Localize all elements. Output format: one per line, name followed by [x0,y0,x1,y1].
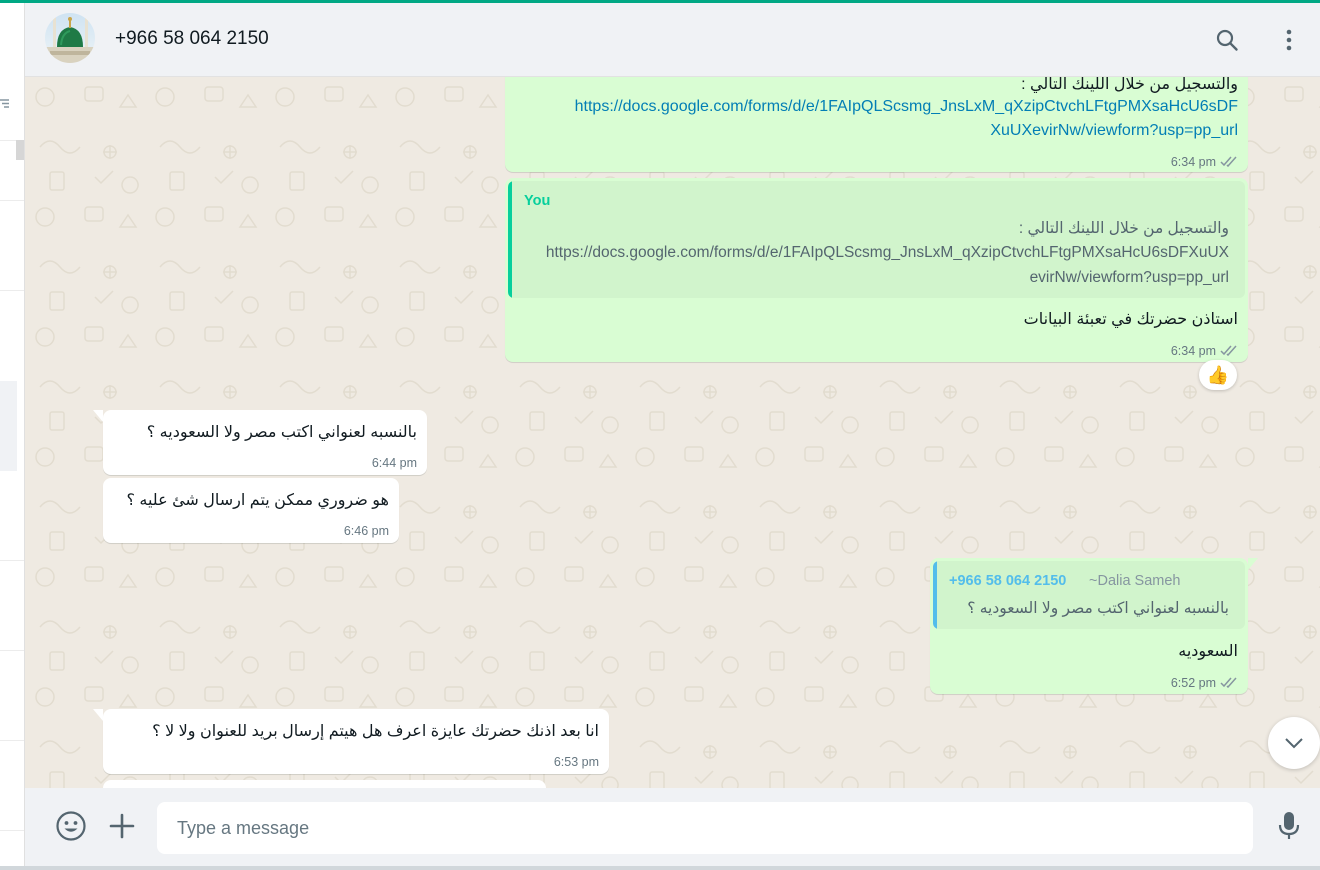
read-receipt-icon [1220,156,1237,167]
message-time: 6:46 pm [343,524,389,538]
scroll-to-bottom-button[interactable] [1268,717,1320,769]
chat-header[interactable]: +966 58 064 2150 [25,3,1320,77]
bubble-tail [93,410,103,422]
quote-author: +966 58 064 2150 [949,573,1067,589]
message-text: استاذن حضرتك في تعبئة البيانات [1023,311,1238,328]
reaction-badge[interactable]: 👍 [1199,360,1237,390]
quote-author: You [524,193,551,209]
list-divider [0,830,24,831]
plus-icon[interactable] [104,808,140,844]
message-time: 6:52 pm [1170,676,1216,690]
message-time: 6:44 pm [371,456,417,470]
message-link[interactable]: XuUXevirNw/viewform?usp=pp_url [990,122,1238,140]
message-input[interactable] [157,802,1253,854]
quote-text: والتسجيل من خلال اللينك التالي : [1018,220,1229,237]
window-bottom-edge [0,866,1320,870]
chevron-down-icon [1285,738,1303,749]
quote-accent-bar [508,181,512,298]
quote-text: evirNw/viewform?usp=pp_url [1029,269,1229,286]
message-time: 6:34 pm [1170,344,1216,358]
list-divider [0,200,24,201]
read-receipt-icon [1220,677,1237,688]
read-receipt-icon [1220,345,1237,356]
search-icon[interactable] [1212,25,1242,55]
contact-name[interactable]: +966 58 064 2150 [115,28,269,50]
kebab-menu-icon[interactable] [1274,25,1304,55]
quoted-message[interactable]: +966 58 064 2150 ~Dalia Sameh بالنسبه لع… [933,561,1245,629]
outgoing-message[interactable]: +966 58 064 2150 ~Dalia Sameh بالنسبه لع… [930,558,1248,694]
message-list[interactable]: والتسجيل من خلال اللينك التالي : https:/… [25,77,1320,788]
filter-icon[interactable] [0,99,9,108]
incoming-message[interactable]: انا بعد اذنك حضرتك عايزة اعرف هل هيتم إر… [103,709,609,774]
incoming-message[interactable]: بالنسبه لعنواني اكتب مصر ولا السعوديه ؟ … [103,410,427,475]
incoming-message[interactable] [103,780,546,788]
quote-author-alias: ~Dalia Sameh [1089,573,1181,589]
message-link[interactable]: https://docs.google.com/forms/d/e/1FAIpQ… [575,98,1238,116]
chat-list-edge [0,3,25,870]
avatar[interactable] [45,13,95,63]
emoji-icon[interactable] [53,808,89,844]
selected-chat-item[interactable] [0,381,17,471]
microphone-icon[interactable] [1271,808,1307,844]
message-text: والتسجيل من خلال اللينك التالي : [1021,77,1238,93]
quote-text: https://docs.google.com/forms/d/e/1FAIpQ… [545,244,1229,261]
message-time: 6:53 pm [553,755,599,769]
message-time: 6:34 pm [1170,155,1216,169]
composer-bar [25,788,1320,866]
quote-text: بالنسبه لعنواني اكتب مصر ولا السعوديه ؟ [967,600,1229,617]
message-text: بالنسبه لعنواني اكتب مصر ولا السعوديه ؟ [146,424,417,441]
list-divider [0,650,24,651]
list-scrollbar[interactable] [16,140,24,160]
message-text: هو ضروري ممكن يتم ارسال شئ عليه ؟ [126,492,389,509]
quote-accent-bar [933,561,937,629]
outgoing-message[interactable]: You والتسجيل من خلال اللينك التالي : htt… [505,178,1248,362]
quoted-message[interactable]: You والتسجيل من خلال اللينك التالي : htt… [508,181,1245,298]
bubble-tail [93,709,103,721]
message-text: انا بعد اذنك حضرتك عايزة اعرف هل هيتم إر… [152,723,599,740]
message-text: السعوديه [1178,643,1238,660]
list-divider [0,560,24,561]
list-divider [0,740,24,741]
thumbs-up-icon: 👍 [1206,364,1230,385]
outgoing-message[interactable]: والتسجيل من خلال اللينك التالي : https:/… [505,77,1248,172]
list-divider [0,290,24,291]
bubble-tail [1248,558,1258,570]
incoming-message[interactable]: هو ضروري ممكن يتم ارسال شئ عليه ؟ 6:46 p… [103,478,399,543]
